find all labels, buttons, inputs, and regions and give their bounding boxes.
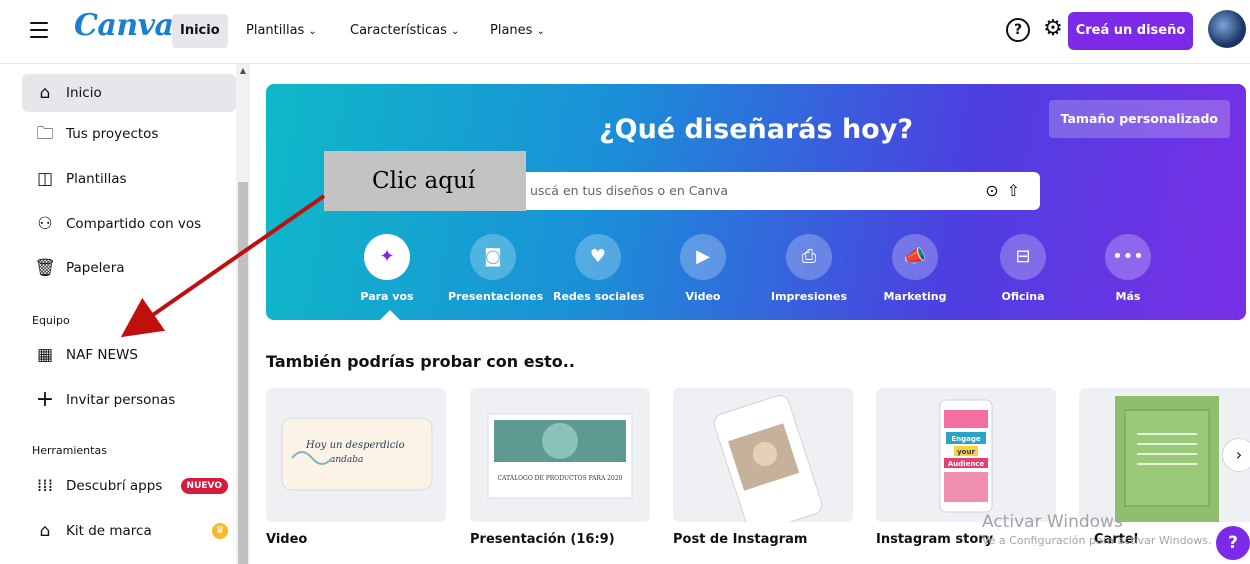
video-thumb-art: Hoy un desperdicio andaba <box>281 417 433 491</box>
card-label-instagram-story[interactable]: Instagram story <box>876 532 993 547</box>
tools-heading: Herramientas <box>32 444 107 457</box>
category-presentaciones[interactable]: ◙ Presentaciones <box>448 234 543 303</box>
sidebar-item-plantillas[interactable]: ◫ Plantillas <box>22 160 236 198</box>
instagram-post-thumb[interactable] <box>673 388 853 522</box>
category-para-vos[interactable]: ✦ Para vos <box>342 234 432 303</box>
search-input[interactable]: uscá en tus diseños o en Canva ⊙⇧ <box>516 172 1040 210</box>
more-icon: ••• <box>1105 234 1151 280</box>
team-heading: Equipo <box>32 314 70 327</box>
activation-watermark-text: Ve a Configuración para activar Windows. <box>982 534 1212 547</box>
briefcase-icon: ⊟ <box>1000 234 1046 280</box>
sidebar-item-papelera[interactable]: 🗑 Papelera <box>22 249 236 287</box>
sidebar-item-compartido[interactable]: ⚇ Compartido con vos <box>22 205 236 243</box>
sidebar-item-proyectos[interactable]: 🗀 Tus proyectos <box>22 115 236 153</box>
canva-logo[interactable]: Canva <box>74 8 174 43</box>
card-label-post-instagram[interactable]: Post de Instagram <box>673 532 807 547</box>
category-video[interactable]: ▶ Video <box>658 234 748 303</box>
create-design-button[interactable]: Creá un diseño <box>1068 12 1193 50</box>
chevron-down-icon: ⌄ <box>308 26 317 37</box>
category-oficina[interactable]: ⊟ Oficina <box>978 234 1068 303</box>
selected-indicator <box>380 310 400 320</box>
category-redes-sociales[interactable]: ♥ Redes sociales <box>553 234 644 303</box>
chevron-down-icon: ⌄ <box>536 26 545 37</box>
top-bar: Canva Inicio Plantillas ⌄ Características… <box>0 0 1250 64</box>
svg-text:CATÁLOGO DE PRODUCTOS PARA 202: CATÁLOGO DE PRODUCTOS PARA 2020 <box>498 475 623 482</box>
video-thumb[interactable]: Hoy un desperdicio andaba <box>266 388 446 522</box>
help-button[interactable]: ? <box>1216 526 1250 560</box>
chevron-down-icon: ⌄ <box>450 26 460 37</box>
card-label-video[interactable]: Video <box>266 532 307 547</box>
nav-plantillas[interactable]: Plantillas ⌄ <box>238 14 325 48</box>
shared-icon: ⚇ <box>37 214 53 234</box>
instagram-post-thumb-art <box>713 395 823 522</box>
new-badge: NUEVO <box>180 478 228 494</box>
instagram-story-thumb-art: Engage your Audience <box>939 399 993 513</box>
folder-icon: 🗀 <box>36 124 54 144</box>
building-icon: ▦ <box>36 345 54 365</box>
sidebar-item-naf-news[interactable]: ▦ NAF NEWS <box>22 336 236 374</box>
menu-icon[interactable] <box>30 22 48 38</box>
suggestions-title: También podrías probar con esto.. <box>266 352 575 371</box>
activation-watermark-title: Activar Windows <box>982 512 1123 532</box>
sidebar: ⌂ Inicio 🗀 Tus proyectos ◫ Plantillas ⚇ Comp… <box>0 64 250 564</box>
scroll-up-icon[interactable]: ▲ <box>238 66 248 76</box>
category-impresiones[interactable]: ⎙ Impresiones <box>764 234 854 303</box>
chevron-right-icon[interactable]: › <box>1222 438 1250 472</box>
video-icon: ▶ <box>680 234 726 280</box>
sidebar-item-inicio[interactable]: ⌂ Inicio <box>22 74 236 112</box>
nav-inicio[interactable]: Inicio <box>172 14 228 48</box>
nav-caracteristicas[interactable]: Características ⌄ <box>342 14 467 48</box>
callout-label: Clic aquí <box>324 151 526 211</box>
svg-text:Audience: Audience <box>948 460 985 468</box>
megaphone-icon: 📣 <box>892 234 938 280</box>
svg-text:andaba: andaba <box>330 455 363 465</box>
presentation-thumb-art: CATÁLOGO DE PRODUCTOS PARA 2020 <box>487 413 633 499</box>
svg-text:Hoy un desperdicio: Hoy un desperdicio <box>305 440 405 451</box>
brand-kit-icon: ⌂ <box>39 521 51 541</box>
card-label-presentacion[interactable]: Presentación (16:9) <box>470 532 615 547</box>
camera-icon[interactable]: ⊙ <box>985 181 1006 200</box>
crown-icon: ♛ <box>212 523 228 539</box>
upload-icon[interactable]: ⇧ <box>1007 181 1028 200</box>
home-icon: ⌂ <box>39 83 51 103</box>
sidebar-item-kit-marca[interactable]: ⌂ Kit de marca ♛ <box>22 512 236 550</box>
avatar[interactable] <box>1208 10 1246 48</box>
svg-text:your: your <box>957 448 975 456</box>
scrollbar-thumb[interactable] <box>238 182 248 564</box>
plus-icon: + <box>35 387 55 412</box>
question-icon[interactable]: ? <box>1006 18 1030 42</box>
printer-icon: ⎙ <box>786 234 832 280</box>
custom-size-button[interactable]: Tamaño personalizado <box>1048 100 1230 138</box>
category-mas[interactable]: ••• Más <box>1083 234 1173 303</box>
sparkle-icon: ✦ <box>364 234 410 280</box>
template-icon: ◫ <box>36 169 54 189</box>
heart-icon: ♥ <box>575 234 621 280</box>
sidebar-item-invitar[interactable]: + Invitar personas <box>22 381 236 419</box>
grid-icon: ⁞⁞⁞ <box>36 476 54 496</box>
nav-planes[interactable]: Planes ⌄ <box>482 14 553 48</box>
gear-icon[interactable]: ⚙ <box>1040 16 1066 42</box>
instagram-story-thumb[interactable]: Engage your Audience <box>876 388 1056 522</box>
svg-text:Engage: Engage <box>951 435 981 443</box>
presentation-thumb[interactable]: CATÁLOGO DE PRODUCTOS PARA 2020 <box>470 388 650 522</box>
sidebar-item-descubri-apps[interactable]: ⁞⁞⁞ Descubrí apps NUEVO <box>22 467 236 505</box>
presentation-icon: ◙ <box>470 234 516 280</box>
trash-icon: 🗑 <box>34 258 56 278</box>
category-marketing[interactable]: 📣 Marketing <box>870 234 960 303</box>
